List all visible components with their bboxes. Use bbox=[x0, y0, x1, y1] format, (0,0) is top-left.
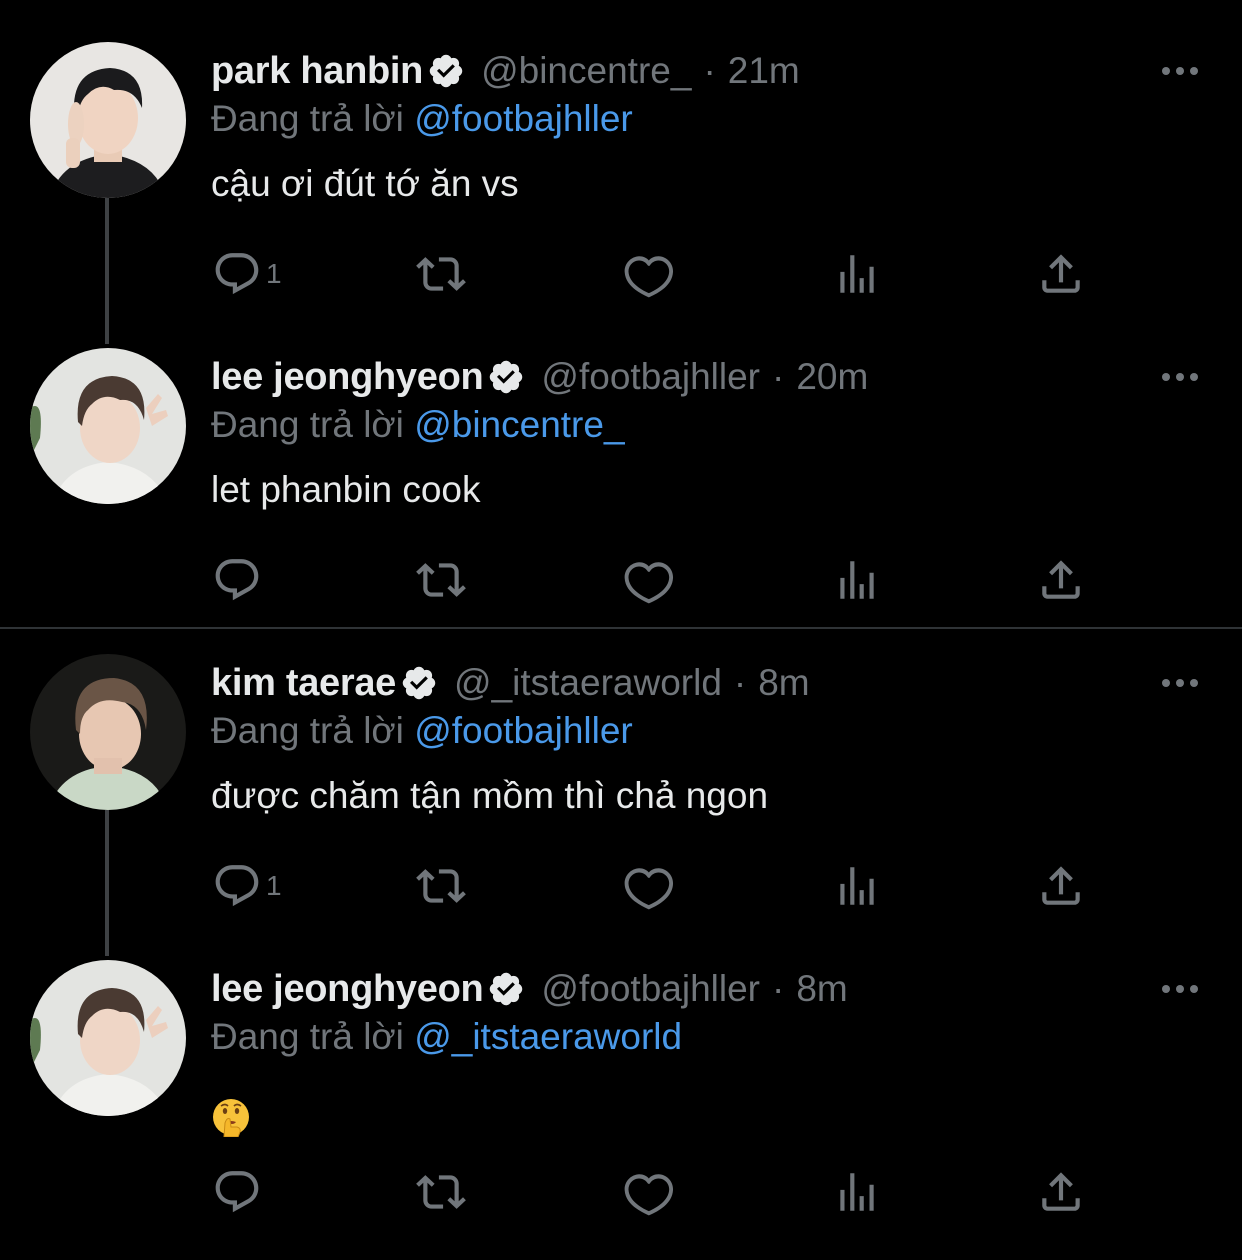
verified-badge-icon bbox=[400, 664, 438, 702]
replying-to: Đang trả lời @_itstaeraworld bbox=[211, 1016, 682, 1064]
verified-badge-icon bbox=[487, 970, 525, 1008]
replying-to: Đang trả lời @bincentre_ bbox=[211, 404, 625, 452]
like-button[interactable] bbox=[624, 552, 674, 608]
replying-to-label: Đang trả lời bbox=[211, 1016, 404, 1057]
avatar[interactable] bbox=[30, 960, 186, 1116]
views-button[interactable] bbox=[832, 858, 882, 914]
separator-dot: · bbox=[772, 356, 785, 397]
tweet-header: lee jeonghyeon @footbajhller · 20m bbox=[211, 352, 868, 402]
timestamp[interactable]: 20m bbox=[796, 356, 868, 398]
avatar[interactable] bbox=[30, 42, 186, 198]
reply-icon bbox=[215, 865, 259, 907]
views-icon bbox=[840, 1173, 874, 1211]
tweet[interactable]: park hanbin @bincentre_ · 21m Đang trả l… bbox=[0, 0, 1242, 344]
tweet-feed: park hanbin @bincentre_ · 21m Đang trả l… bbox=[0, 0, 1242, 1260]
username-handle[interactable]: @bincentre_ bbox=[481, 50, 691, 92]
username-handle[interactable]: @footbajhller bbox=[541, 356, 760, 398]
tweet-header: park hanbin @bincentre_ · 21m bbox=[211, 46, 800, 96]
retweet-icon bbox=[416, 257, 466, 291]
more-options-icon[interactable] bbox=[1158, 668, 1202, 698]
reply-button[interactable] bbox=[212, 552, 266, 608]
like-button[interactable] bbox=[624, 246, 674, 302]
reply-button[interactable]: 1 bbox=[212, 246, 282, 302]
replying-to-label: Đang trả lời bbox=[211, 98, 404, 139]
avatar[interactable] bbox=[30, 348, 186, 504]
display-name[interactable]: kim taerae bbox=[211, 662, 396, 705]
separator-dot: · bbox=[772, 968, 785, 1009]
separator-dot: · bbox=[733, 662, 747, 703]
tweet-actions bbox=[0, 1164, 1242, 1220]
share-button[interactable] bbox=[1036, 246, 1086, 302]
views-button[interactable] bbox=[832, 552, 882, 608]
avatar[interactable] bbox=[30, 654, 186, 810]
tweet-actions: 1 bbox=[0, 858, 1242, 914]
share-button[interactable] bbox=[1036, 552, 1086, 608]
separator-dot: · bbox=[703, 50, 716, 91]
views-icon bbox=[840, 867, 874, 905]
reply-button[interactable]: 1 bbox=[212, 858, 282, 914]
replying-to: Đang trả lời @footbajhller bbox=[211, 710, 633, 758]
more-options-icon[interactable] bbox=[1158, 56, 1202, 86]
reply-icon bbox=[215, 559, 259, 601]
heart-icon bbox=[624, 562, 674, 604]
heart-icon bbox=[624, 256, 674, 298]
replying-to-link[interactable]: @footbajhller bbox=[414, 98, 633, 139]
replying-to-label: Đang trả lời bbox=[211, 404, 404, 445]
tweet-text: let phanbin cook bbox=[211, 469, 481, 510]
tweet-actions: 1 bbox=[0, 246, 1242, 302]
retweet-button[interactable] bbox=[416, 858, 466, 914]
timestamp[interactable]: 8m bbox=[758, 662, 809, 704]
tweet[interactable]: lee jeonghyeon @footbajhller · 8m Đang t… bbox=[0, 918, 1242, 1224]
replying-to-link[interactable]: @bincentre_ bbox=[414, 404, 624, 445]
display-name[interactable]: park hanbin bbox=[211, 50, 423, 93]
replying-to: Đang trả lời @footbajhller bbox=[211, 98, 633, 146]
retweet-button[interactable] bbox=[416, 552, 466, 608]
views-icon bbox=[840, 255, 874, 293]
heart-icon bbox=[624, 1174, 674, 1216]
views-button[interactable] bbox=[832, 246, 882, 302]
views-button[interactable] bbox=[832, 1164, 882, 1220]
reply-icon bbox=[215, 253, 259, 295]
retweet-button[interactable] bbox=[416, 246, 466, 302]
verified-badge-icon bbox=[427, 52, 465, 90]
more-options-icon[interactable] bbox=[1158, 974, 1202, 1004]
reply-count: 1 bbox=[266, 258, 282, 289]
like-button[interactable] bbox=[624, 858, 674, 914]
display-name[interactable]: lee jeonghyeon bbox=[211, 968, 484, 1011]
retweet-icon bbox=[416, 1175, 466, 1209]
tweet-header: kim taerae @_itstaeraworld · 8m bbox=[211, 658, 810, 708]
tweet[interactable]: lee jeonghyeon @footbajhller · 20m Đang … bbox=[0, 306, 1242, 612]
share-icon bbox=[1042, 254, 1080, 293]
tweet-text: cậu ơi đút tớ ăn vs bbox=[211, 163, 519, 204]
heart-icon bbox=[624, 868, 674, 910]
replying-to-label: Đang trả lời bbox=[211, 710, 404, 751]
retweet-icon bbox=[416, 563, 466, 597]
more-options-icon[interactable] bbox=[1158, 362, 1202, 392]
retweet-icon bbox=[416, 869, 466, 903]
replying-to-link[interactable]: @footbajhller bbox=[414, 710, 633, 751]
timestamp[interactable]: 8m bbox=[796, 968, 847, 1010]
views-icon bbox=[840, 561, 874, 599]
tweet-text: được chăm tận mồm thì chả ngon bbox=[211, 775, 769, 816]
retweet-button[interactable] bbox=[416, 1164, 466, 1220]
share-button[interactable] bbox=[1036, 858, 1086, 914]
username-handle[interactable]: @footbajhller bbox=[541, 968, 760, 1010]
share-icon bbox=[1042, 1172, 1080, 1211]
verified-badge-icon bbox=[487, 358, 525, 396]
tweet-header: lee jeonghyeon @footbajhller · 8m bbox=[211, 964, 848, 1014]
reply-button[interactable] bbox=[212, 1164, 266, 1220]
username-handle[interactable]: @_itstaeraworld bbox=[454, 662, 722, 704]
tweet[interactable]: kim taerae @_itstaeraworld · 8m Đang trả… bbox=[0, 612, 1242, 956]
like-button[interactable] bbox=[624, 1164, 674, 1220]
share-icon bbox=[1042, 560, 1080, 599]
timestamp[interactable]: 21m bbox=[728, 50, 800, 92]
replying-to-link[interactable]: @_itstaeraworld bbox=[414, 1016, 682, 1057]
tweet-actions bbox=[0, 552, 1242, 608]
reply-icon bbox=[215, 1171, 259, 1213]
reply-count: 1 bbox=[266, 870, 282, 901]
display-name[interactable]: lee jeonghyeon bbox=[211, 356, 484, 399]
share-icon bbox=[1042, 866, 1080, 905]
shushing-face-emoji-icon bbox=[211, 1097, 251, 1138]
share-button[interactable] bbox=[1036, 1164, 1086, 1220]
